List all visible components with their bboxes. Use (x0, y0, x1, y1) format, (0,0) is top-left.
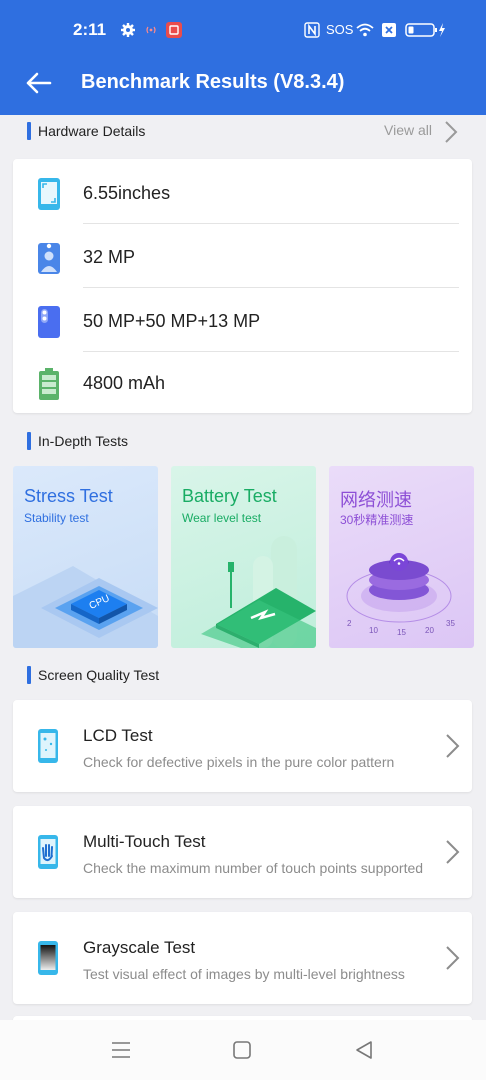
chevron-right-icon (446, 946, 460, 970)
hardware-section-title: Hardware Details (38, 123, 146, 139)
multi-touch-test-card[interactable]: Multi-Touch Test Check the maximum numbe… (13, 806, 472, 898)
back-triangle-icon[interactable] (353, 1040, 375, 1060)
section-marker (27, 666, 31, 684)
section-marker (27, 432, 31, 450)
settings-icon (121, 23, 135, 37)
speed-scale-label: 15 (397, 628, 406, 637)
grayscale-phone-icon (38, 941, 58, 975)
sos-label: SOS (326, 22, 354, 37)
no-sim-icon (382, 23, 396, 37)
stress-test-title: Stress Test (24, 486, 113, 506)
lcd-test-description: Check for defective pixels in the pure c… (83, 754, 395, 770)
battery-status-icon (405, 23, 445, 37)
hardware-section-header: Hardware Details View all (0, 120, 486, 144)
screen-quality-section-header: Screen Quality Test (0, 664, 486, 688)
battery-icon (39, 368, 59, 400)
chevron-right-icon (446, 840, 460, 864)
grayscale-test-card[interactable]: Grayscale Test Test visual effect of ima… (13, 912, 472, 1004)
network-speed-tile[interactable]: 网络测速 30秒精准测速 2 10 15 20 35 (329, 466, 474, 648)
hardware-card: 6.55inches 32 MP 50 MP+50 MP+13 MP 4800 … (13, 159, 472, 413)
nfc-icon (304, 22, 320, 38)
hardware-row-front-camera: 32 MP (13, 225, 472, 289)
battery-capacity-value: 4800 mAh (83, 373, 166, 393)
system-navigation-bar (0, 1020, 486, 1080)
network-speed-subtitle: 30秒精准测速 (340, 513, 414, 527)
battery-test-tile[interactable]: Battery Test Wear level test (171, 466, 316, 648)
front-camera-icon (38, 243, 60, 274)
screen-size-value: 6.55inches (83, 183, 171, 203)
hardware-row-rear-camera: 50 MP+50 MP+13 MP (13, 289, 472, 353)
section-marker (27, 122, 31, 140)
grayscale-test-description: Test visual effect of images by multi-le… (83, 966, 405, 982)
speed-scale-label: 35 (446, 619, 455, 628)
divider (83, 287, 459, 288)
network-speed-title: 网络测速 (340, 490, 412, 510)
lcd-test-title: LCD Test (83, 726, 153, 745)
rear-camera-icon (38, 306, 60, 338)
view-all-link[interactable]: View all (384, 122, 432, 138)
menu-icon[interactable] (110, 1040, 132, 1060)
app-notification-icon (166, 22, 182, 38)
stress-test-tile[interactable]: Stress Test Stability test CPU (13, 466, 158, 648)
broadcast-icon (146, 26, 156, 34)
multi-touch-test-description: Check the maximum number of touch points… (83, 860, 424, 876)
speed-scale-label: 20 (425, 626, 434, 635)
hardware-row-screen: 6.55inches (13, 161, 472, 225)
page-title: Benchmark Results (V8.3.4) (81, 71, 345, 93)
screen-quality-section-title: Screen Quality Test (38, 667, 160, 683)
app-header: 2:11 SOS Benchmark Results (V8.3.4) (0, 0, 486, 115)
status-bar: 2:11 SOS (0, 18, 486, 44)
battery-test-title: Battery Test (182, 486, 277, 506)
battery-test-subtitle: Wear level test (182, 511, 262, 525)
speed-scale-label: 10 (369, 626, 378, 635)
hardware-row-battery: 4800 mAh (13, 351, 472, 415)
in-depth-section-title: In-Depth Tests (38, 433, 129, 449)
multi-touch-phone-icon (38, 835, 58, 869)
screen-icon (38, 178, 60, 210)
wifi-icon (356, 23, 374, 37)
rear-camera-value: 50 MP+50 MP+13 MP (83, 311, 261, 331)
front-camera-value: 32 MP (83, 247, 136, 267)
speed-scale-label: 2 (347, 619, 352, 628)
status-time: 2:11 (73, 20, 107, 39)
lcd-phone-icon (38, 729, 58, 763)
in-depth-section-header: In-Depth Tests (0, 430, 486, 454)
divider (83, 223, 459, 224)
chevron-right-icon (446, 734, 460, 758)
chevron-right-icon[interactable] (442, 120, 460, 144)
stress-test-subtitle: Stability test (24, 511, 89, 525)
multi-touch-test-title: Multi-Touch Test (83, 832, 206, 851)
back-arrow-icon[interactable] (24, 68, 54, 98)
grayscale-test-title: Grayscale Test (83, 938, 196, 957)
home-icon[interactable] (231, 1040, 253, 1060)
lcd-test-card[interactable]: LCD Test Check for defective pixels in t… (13, 700, 472, 792)
